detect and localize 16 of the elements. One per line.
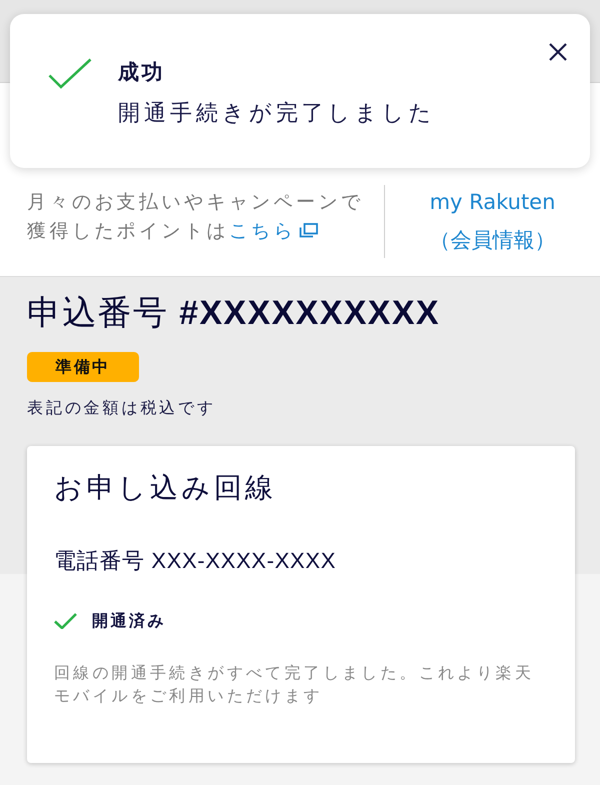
close-icon — [548, 42, 568, 62]
close-button[interactable] — [548, 42, 568, 62]
toast-message: 開通手続きが完了しました — [118, 100, 436, 128]
tax-note: 表記の金額は税込です — [27, 397, 217, 419]
card-title: お申し込み回線 — [54, 470, 278, 506]
external-link-icon — [299, 223, 318, 238]
points-link[interactable]: こちら — [228, 220, 318, 242]
status-badge: 準備中 — [27, 352, 139, 382]
toast-title: 成功 — [118, 59, 166, 86]
status-label: 開通済み — [92, 610, 166, 632]
member-info-link[interactable]: my Rakuten（会員情報） — [420, 183, 565, 259]
phone-number: 電話番号 XXX-XXXX-XXXX — [54, 547, 338, 575]
points-note: 月々のお支払いやキャンペーンで獲得したポイントは こちら — [27, 190, 364, 244]
check-icon — [48, 58, 92, 89]
order-number-heading: 申込番号 #XXXXXXXXXX — [27, 293, 441, 334]
activation-description: 回線の開通手続きがすべて完了しました。これより楽天モバイルをご利用いただけます — [54, 662, 535, 707]
